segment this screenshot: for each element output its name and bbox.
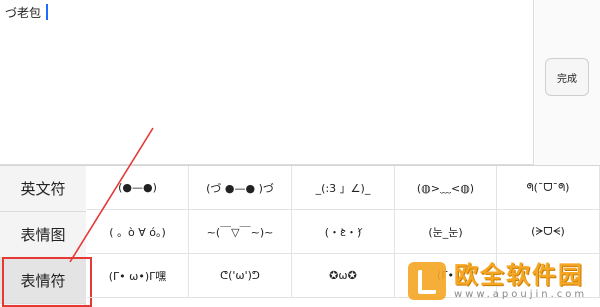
emoticon-cell[interactable]: ~(￣▽￣~)~ xyxy=(189,210,292,254)
emoticon-cell[interactable]: (◍>﹏<◍) xyxy=(395,166,497,210)
emoticon-cell[interactable]: ✪ω✪ xyxy=(292,254,395,298)
done-button[interactable]: 完成 xyxy=(545,58,589,96)
emoticon-cell[interactable]: (●—●) xyxy=(87,166,189,210)
emoticon-cell[interactable]: (づ ●—● )づ xyxy=(189,166,292,210)
emoticon-cell[interactable]: _(:3 」∠)_ xyxy=(292,166,395,210)
tab-emoji-images[interactable]: 表情图 xyxy=(0,212,86,258)
input-text: づ老包 xyxy=(5,6,42,20)
annotation-highlight-box xyxy=(2,257,92,307)
emoticon-cell[interactable]: ᖗ(¯ᗜ¯ᖗ) xyxy=(497,166,600,210)
emoticon-cell[interactable]: ᕦ('ω')ᕤ xyxy=(189,254,292,298)
emoticon-cell[interactable]: (ᒥ• ω•)ᒥ嘿 xyxy=(87,254,189,298)
tab-english-symbols[interactable]: 英文符 xyxy=(0,166,86,212)
emoticon-cell[interactable]: (・̀ε・́) xyxy=(292,210,395,254)
text-input-area[interactable]: づ老包 xyxy=(0,0,534,165)
watermark-logo-icon xyxy=(408,262,446,300)
watermark-title: 欧全软件园 xyxy=(454,261,584,289)
text-cursor xyxy=(46,4,48,20)
watermark: 欧全软件园 www.apoujin.com xyxy=(402,255,600,307)
emoticon-cell[interactable]: ( 。ò ∀ ó。) xyxy=(87,210,189,254)
watermark-url: www.apoujin.com xyxy=(454,289,588,300)
category-tabs: 英文符 表情图 表情符 xyxy=(0,166,92,307)
emoticon-cell[interactable]: (ᗒᗜᗕ) xyxy=(497,210,600,254)
emoticon-cell[interactable]: (눈_눈) xyxy=(395,210,497,254)
